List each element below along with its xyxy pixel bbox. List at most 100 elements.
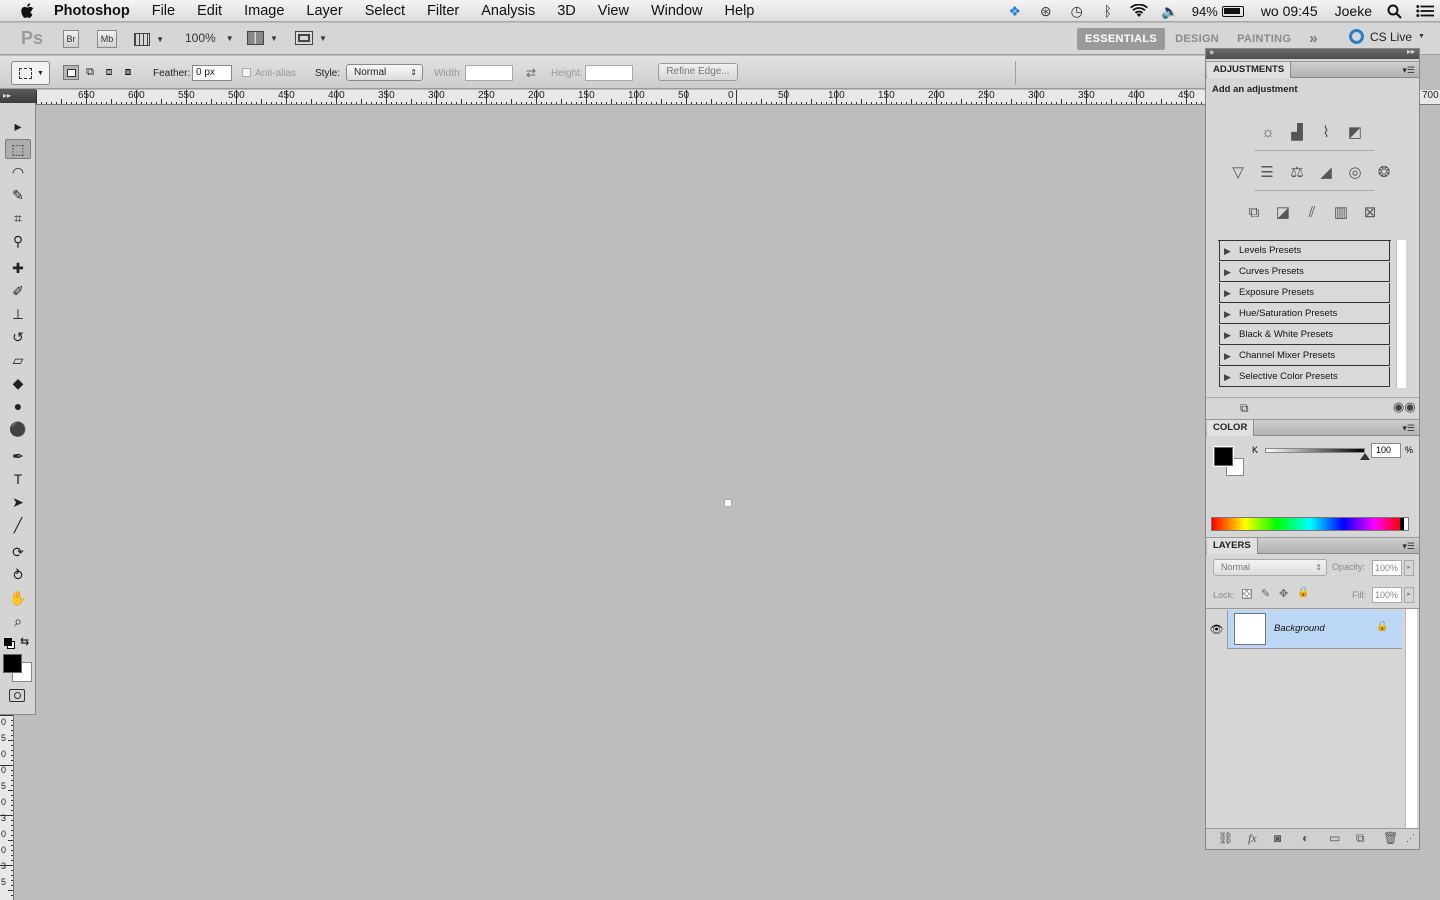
opacity-input[interactable]: 100% bbox=[1372, 560, 1402, 576]
wifi-icon[interactable] bbox=[1129, 3, 1148, 19]
marquee-tool-icon[interactable]: ⬚ bbox=[5, 139, 31, 159]
black-white-icon[interactable]: ◢ bbox=[1315, 161, 1337, 183]
toolbox-header[interactable]: ▸▸ bbox=[0, 89, 36, 103]
3d-rotate-tool-icon[interactable]: ⟳ bbox=[5, 542, 31, 562]
crop-tool-icon[interactable]: ⌗ bbox=[5, 208, 31, 228]
layer-style-fx-icon[interactable]: fx bbox=[1248, 831, 1257, 846]
menu-select[interactable]: Select bbox=[354, 0, 416, 22]
new-layer-icon[interactable]: ⧉ bbox=[1356, 831, 1365, 846]
swap-width-height-icon[interactable]: ⇄ bbox=[526, 66, 536, 80]
return-to-list-icon[interactable]: ◉◉ bbox=[1393, 399, 1416, 415]
adjustments-tab[interactable]: ADJUSTMENTS bbox=[1207, 62, 1292, 78]
menu-image[interactable]: Image bbox=[233, 0, 295, 22]
disclosure-triangle-icon[interactable]: ▶ bbox=[1224, 367, 1231, 387]
zoom-tool-icon[interactable]: ⌕ bbox=[5, 611, 31, 631]
disclosure-triangle-icon[interactable]: ▶ bbox=[1224, 283, 1231, 303]
foreground-color-swatch[interactable] bbox=[3, 654, 22, 673]
apple-menu-icon[interactable] bbox=[0, 2, 54, 19]
history-brush-tool-icon[interactable]: ↺ bbox=[5, 327, 31, 347]
link-layers-icon[interactable]: ⛓ bbox=[1218, 831, 1233, 845]
k-value-input[interactable]: 100 bbox=[1371, 443, 1401, 458]
layers-tab[interactable]: LAYERS bbox=[1207, 538, 1258, 554]
presets-scrollbar[interactable] bbox=[1396, 240, 1406, 388]
battery-status[interactable]: 94% bbox=[1192, 4, 1244, 19]
canvas-area[interactable] bbox=[37, 106, 1204, 900]
paint-bucket-tool-icon[interactable]: ◆ bbox=[5, 373, 31, 393]
preset-row[interactable]: ▶ Hue/Saturation Presets bbox=[1219, 304, 1390, 324]
lock-pixels-icon[interactable]: ✎ bbox=[1261, 587, 1270, 600]
stamp-tool-icon[interactable]: ⊥ bbox=[5, 304, 31, 324]
subtract-from-selection-icon[interactable]: ⧈ bbox=[101, 65, 117, 80]
menu-help[interactable]: Help bbox=[714, 0, 766, 22]
menu-file[interactable]: File bbox=[141, 0, 186, 22]
workspace-painting[interactable]: PAINTING bbox=[1229, 28, 1299, 50]
screen-mode-icon[interactable]: ▼ bbox=[295, 31, 327, 45]
healing-tool-icon[interactable]: ✚ bbox=[5, 258, 31, 278]
intersect-selection-icon[interactable]: ⧇ bbox=[120, 65, 136, 80]
disclosure-triangle-icon[interactable]: ▶ bbox=[1224, 325, 1231, 345]
layers-panel-menu-icon[interactable]: ▾☰ bbox=[1402, 541, 1415, 552]
layer-mask-icon[interactable]: ◙ bbox=[1274, 831, 1281, 845]
height-input[interactable] bbox=[585, 65, 633, 81]
lock-transparent-icon[interactable] bbox=[1242, 589, 1252, 599]
cs-live-button[interactable]: CS Live ▼ bbox=[1349, 29, 1425, 44]
invert-icon[interactable]: ⧉ bbox=[1243, 201, 1265, 223]
menu-window[interactable]: Window bbox=[640, 0, 714, 22]
menu-3d[interactable]: 3D bbox=[546, 0, 587, 22]
layer-visibility-eye-icon[interactable]: 👁 bbox=[1206, 610, 1228, 649]
dodge-tool-icon[interactable]: ⚫ bbox=[5, 419, 31, 439]
posterize-icon[interactable]: ◪ bbox=[1272, 201, 1294, 223]
gradient-map-icon[interactable]: ▥ bbox=[1330, 201, 1352, 223]
disclosure-triangle-icon[interactable]: ▶ bbox=[1224, 346, 1231, 366]
color-spectrum-ramp[interactable] bbox=[1211, 517, 1409, 531]
tool-preset-picker[interactable]: ▼ bbox=[11, 61, 50, 85]
curves-icon[interactable]: ⌇ bbox=[1315, 121, 1337, 143]
horizontal-ruler-right[interactable]: 700 bbox=[1420, 90, 1440, 105]
color-tab[interactable]: COLOR bbox=[1207, 420, 1255, 436]
disclosure-triangle-icon[interactable]: ▶ bbox=[1224, 262, 1231, 282]
creative-cloud-icon[interactable]: ⊛ bbox=[1037, 3, 1055, 19]
style-select[interactable]: Normal ⇕ bbox=[346, 64, 423, 81]
eyedropper-tool-icon[interactable]: ⚲ bbox=[5, 231, 31, 251]
preset-row[interactable]: ▶ Curves Presets bbox=[1219, 262, 1390, 282]
type-tool-icon[interactable]: T bbox=[5, 469, 31, 489]
delete-layer-icon[interactable]: 🗑 bbox=[1383, 831, 1398, 845]
pen-tool-icon[interactable]: ✒ bbox=[5, 446, 31, 466]
resize-grip-icon[interactable]: ⋰ bbox=[1406, 833, 1415, 844]
blend-mode-select[interactable]: Normal ⇕ bbox=[1213, 559, 1327, 576]
workspace-essentials[interactable]: ESSENTIALS bbox=[1077, 28, 1166, 50]
3d-orbit-tool-icon[interactable]: ⥁ bbox=[5, 565, 31, 585]
workspace-design[interactable]: DESIGN bbox=[1167, 28, 1227, 50]
preset-row[interactable]: ▶ Levels Presets bbox=[1219, 241, 1390, 261]
add-to-selection-icon[interactable]: ⧉ bbox=[82, 65, 98, 80]
menu-layer[interactable]: Layer bbox=[295, 0, 353, 22]
width-input[interactable] bbox=[465, 65, 513, 81]
preset-row[interactable]: ▶ Exposure Presets bbox=[1219, 283, 1390, 303]
disclosure-triangle-icon[interactable]: ▶ bbox=[1224, 241, 1231, 261]
color-panel-menu-icon[interactable]: ▾☰ bbox=[1402, 423, 1415, 434]
k-slider-track[interactable] bbox=[1265, 448, 1365, 453]
menu-edit[interactable]: Edit bbox=[186, 0, 233, 22]
zoom-level[interactable]: 100% ▼ bbox=[185, 31, 234, 45]
horizontal-ruler[interactable]: 650 600 550 500 450 400 350 300 250 200 150 100 50 0 5… bbox=[36, 90, 1205, 105]
move-tool-icon[interactable]: ▸ bbox=[5, 116, 31, 136]
preset-row[interactable]: ▶ Channel Mixer Presets bbox=[1219, 346, 1390, 366]
color-balance-icon[interactable]: ⚖ bbox=[1286, 161, 1308, 183]
exposure-icon[interactable]: ◩ bbox=[1344, 121, 1366, 143]
disclosure-triangle-icon[interactable]: ▶ bbox=[1224, 304, 1231, 324]
line-tool-icon[interactable]: ╱ bbox=[5, 515, 31, 535]
anti-alias-checkbox[interactable] bbox=[242, 68, 251, 77]
lock-all-icon[interactable]: 🔒 bbox=[1297, 587, 1309, 598]
lock-position-icon[interactable]: ✥ bbox=[1279, 587, 1288, 600]
new-group-icon[interactable]: ▭ bbox=[1329, 831, 1340, 845]
path-select-tool-icon[interactable]: ➤ bbox=[5, 492, 31, 512]
layer-name[interactable]: Background bbox=[1274, 623, 1325, 634]
user-name[interactable]: Joeke bbox=[1335, 3, 1372, 19]
fill-dropdown-icon[interactable]: ▸ bbox=[1404, 587, 1414, 603]
eraser-tool-icon[interactable]: ▱ bbox=[5, 350, 31, 370]
swap-colors-icon[interactable]: ⇆ bbox=[20, 635, 29, 648]
clock[interactable]: wo 09:45 bbox=[1261, 3, 1318, 19]
arrange-documents-icon[interactable]: ▼ bbox=[247, 31, 278, 45]
mini-bridge-button[interactable]: Mb bbox=[97, 30, 117, 48]
color-fg-swatch[interactable] bbox=[1214, 447, 1233, 466]
